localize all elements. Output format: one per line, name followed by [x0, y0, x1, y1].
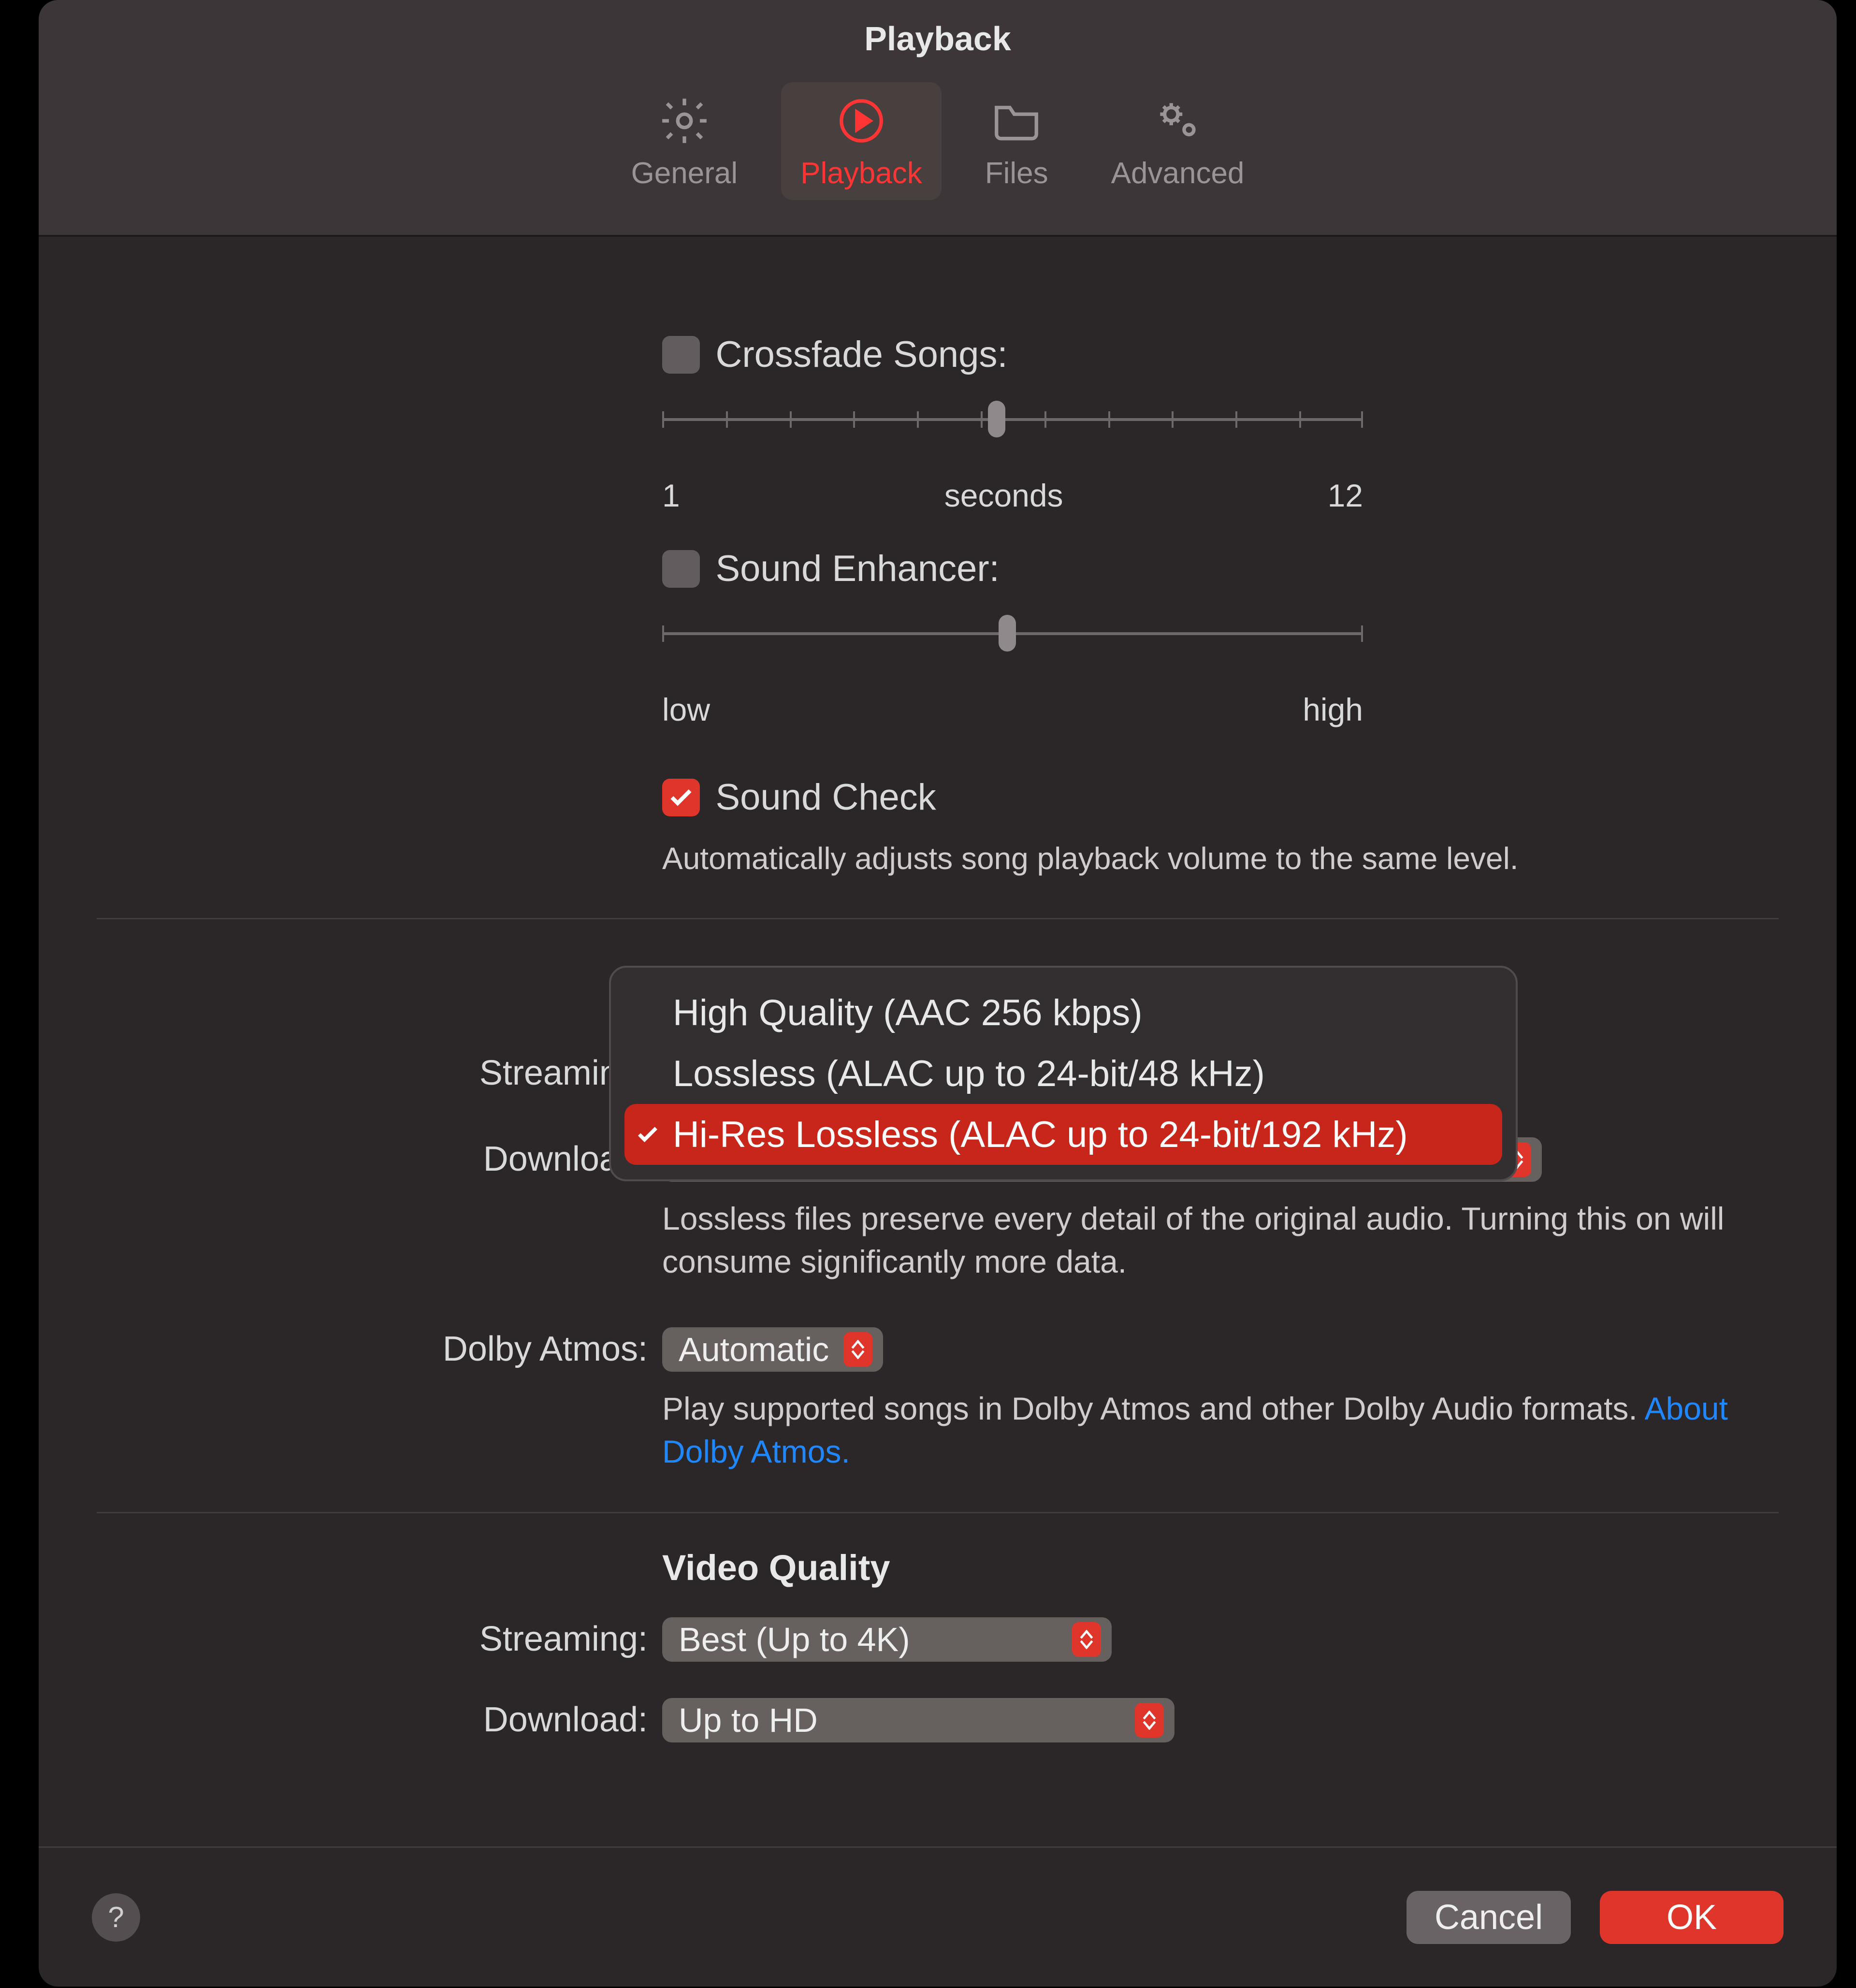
tab-label: Advanced — [1111, 156, 1245, 190]
video-download-label: Download: — [97, 1698, 648, 1740]
gear-icon — [658, 94, 711, 147]
stepper-icon — [1135, 1703, 1164, 1738]
streaming-label: Streaming: — [97, 1051, 648, 1093]
checkmark-icon — [635, 1122, 660, 1147]
crossfade-min: 1 — [662, 477, 680, 514]
video-stream-dropdown[interactable]: Best (Up to 4K) — [662, 1617, 1112, 1662]
stepper-icon — [843, 1332, 872, 1367]
folder-icon — [990, 94, 1043, 147]
tab-general[interactable]: General — [612, 82, 757, 200]
crossfade-max: 12 — [1328, 477, 1363, 514]
video-stream-label: Streaming: — [97, 1617, 648, 1659]
download-label: Download: — [97, 1137, 648, 1179]
ok-button[interactable]: OK — [1600, 1891, 1784, 1944]
dolby-value: Automatic — [679, 1330, 829, 1369]
crossfade-checkbox[interactable] — [662, 336, 700, 374]
menu-item-hires-lossless[interactable]: Hi-Res Lossless (ALAC up to 24-bit/192 k… — [624, 1104, 1502, 1165]
soundcheck-checkbox[interactable] — [662, 779, 700, 816]
tab-advanced[interactable]: Advanced — [1092, 82, 1264, 200]
double-gear-icon — [1151, 94, 1204, 147]
video-header: Video Quality — [662, 1547, 1779, 1588]
tab-files[interactable]: Files — [966, 82, 1068, 200]
separator — [97, 918, 1779, 919]
dolby-dropdown[interactable]: Automatic — [662, 1327, 883, 1372]
titlebar: Playback General Playback Files — [39, 0, 1837, 237]
tab-label: Playback — [800, 156, 922, 190]
window-title: Playback — [39, 0, 1837, 58]
tab-label: Files — [985, 156, 1048, 190]
video-download-value: Up to HD — [679, 1701, 818, 1740]
crossfade-slider[interactable] — [662, 405, 1363, 434]
enhancer-label: Sound Enhancer: — [715, 548, 999, 589]
video-stream-value: Best (Up to 4K) — [679, 1620, 910, 1659]
play-circle-icon — [835, 94, 888, 147]
help-button[interactable]: ? — [92, 1893, 140, 1942]
toolbar: General Playback Files Advanced — [39, 82, 1837, 200]
stepper-icon — [1072, 1622, 1101, 1657]
download-note: Lossless files preserve every detail of … — [662, 1197, 1740, 1283]
enhancer-slider[interactable] — [662, 619, 1363, 648]
enhancer-checkbox[interactable] — [662, 550, 700, 588]
cancel-button[interactable]: Cancel — [1406, 1891, 1571, 1944]
footer: ? Cancel OK — [39, 1846, 1837, 1987]
tab-label: General — [631, 156, 738, 190]
enhancer-low: low — [662, 691, 710, 728]
dolby-note: Play supported songs in Dolby Atmos and … — [662, 1387, 1740, 1473]
crossfade-label: Crossfade Songs: — [715, 334, 1007, 375]
soundcheck-note: Automatically adjusts song playback volu… — [662, 838, 1740, 879]
tab-playback[interactable]: Playback — [781, 82, 942, 200]
enhancer-high: high — [1303, 691, 1363, 728]
dolby-label: Dolby Atmos: — [97, 1327, 648, 1369]
menu-item-high-quality[interactable]: High Quality (AAC 256 kbps) — [624, 982, 1502, 1043]
separator — [97, 1512, 1779, 1513]
streaming-quality-menu[interactable]: High Quality (AAC 256 kbps) Lossless (AL… — [609, 966, 1518, 1181]
menu-item-lossless[interactable]: Lossless (ALAC up to 24-bit/48 kHz) — [624, 1043, 1502, 1104]
preferences-window: Playback General Playback Files — [39, 0, 1837, 1987]
video-download-dropdown[interactable]: Up to HD — [662, 1698, 1174, 1742]
crossfade-unit: seconds — [944, 477, 1063, 514]
soundcheck-label: Sound Check — [715, 777, 936, 818]
